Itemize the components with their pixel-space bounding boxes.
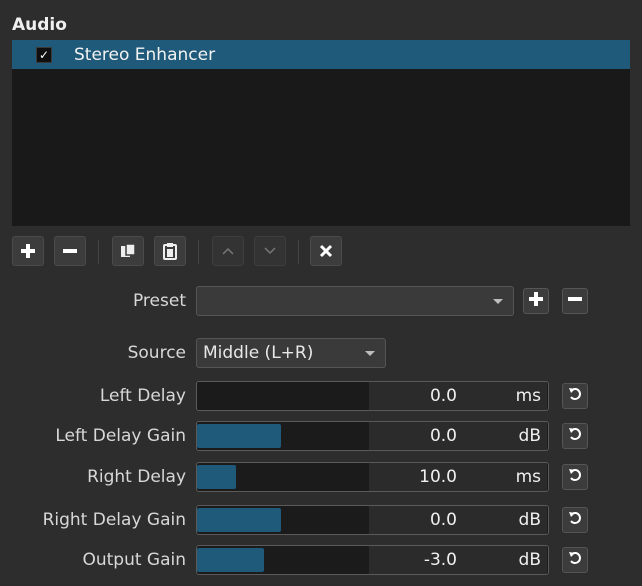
save-preset-button[interactable] (523, 288, 549, 314)
remove-filter-button[interactable] (54, 236, 86, 266)
paste-filter-button[interactable] (154, 236, 186, 266)
copy-filter-button[interactable] (112, 236, 144, 266)
param-row-right-delay: Right Delay 10.0 ms (0, 462, 642, 492)
move-up-button[interactable] (212, 236, 244, 266)
toolbar-divider (98, 240, 99, 264)
chevron-down-icon (493, 299, 503, 304)
left-delay-slider[interactable]: 0.0 ms (196, 381, 549, 411)
param-row-left-delay-gain: Left Delay Gain 0.0 dB (0, 421, 642, 451)
slider-value-box: 10.0 ms (369, 463, 547, 491)
right-delay-slider[interactable]: 10.0 ms (196, 462, 549, 492)
source-value: Middle (L+R) (203, 343, 314, 363)
source-label: Source (127, 343, 186, 363)
chevron-up-icon (221, 246, 235, 256)
output-gain-label: Output Gain (82, 550, 186, 570)
add-filter-button[interactable] (12, 236, 44, 266)
close-icon (318, 243, 334, 259)
slider-value-box: -3.0 dB (369, 546, 547, 574)
output-gain-slider[interactable]: -3.0 dB (196, 545, 549, 575)
preset-label: Preset (132, 291, 186, 311)
undo-icon (567, 550, 583, 571)
left-delay-gain-label: Left Delay Gain (55, 426, 186, 446)
reset-button[interactable] (562, 464, 588, 490)
undo-icon (567, 426, 583, 447)
param-row-left-delay: Left Delay 0.0 ms (0, 381, 642, 411)
reset-button[interactable] (562, 423, 588, 449)
chevron-down-icon (365, 351, 375, 356)
slider-value: 0.0 (429, 426, 457, 446)
paste-icon (162, 242, 178, 260)
slider-value-box: 0.0 dB (369, 506, 547, 534)
reset-button[interactable] (562, 547, 588, 573)
chevron-down-icon (263, 246, 277, 256)
slider-value: 0.0 (429, 510, 457, 530)
right-delay-gain-slider[interactable]: 0.0 dB (196, 505, 549, 535)
slider-unit: dB (518, 550, 541, 570)
toolbar-divider (298, 240, 299, 264)
panel-title: Audio (12, 15, 67, 35)
filter-enabled-checkbox[interactable]: ✓ (36, 46, 52, 63)
filter-list[interactable]: ✓ Stereo Enhancer (12, 40, 630, 226)
undo-icon (567, 467, 583, 488)
undo-icon (567, 510, 583, 531)
reset-button[interactable] (562, 383, 588, 409)
slider-unit: ms (515, 467, 541, 487)
copy-icon (120, 243, 136, 259)
filter-item-stereo-enhancer[interactable]: ✓ Stereo Enhancer (12, 40, 630, 69)
param-row-right-delay-gain: Right Delay Gain 0.0 dB (0, 505, 642, 535)
source-combo[interactable]: Middle (L+R) (196, 338, 386, 368)
deselect-button[interactable] (310, 236, 342, 266)
right-delay-label: Right Delay (87, 467, 186, 487)
slider-fill (197, 424, 281, 448)
plus-icon (528, 291, 544, 312)
slider-value-box: 0.0 dB (369, 422, 547, 450)
minus-icon (62, 243, 78, 259)
reset-button[interactable] (562, 507, 588, 533)
delete-preset-button[interactable] (562, 288, 588, 314)
slider-unit: dB (518, 510, 541, 530)
right-delay-gain-label: Right Delay Gain (42, 510, 186, 530)
filter-name: Stereo Enhancer (74, 44, 216, 65)
slider-value: -3.0 (423, 550, 457, 570)
param-row-output-gain: Output Gain -3.0 dB (0, 545, 642, 575)
slider-unit: dB (518, 426, 541, 446)
slider-value-box: 0.0 ms (369, 382, 547, 410)
left-delay-gain-slider[interactable]: 0.0 dB (196, 421, 549, 451)
minus-icon (567, 291, 583, 312)
plus-icon (20, 243, 36, 259)
slider-fill (197, 508, 281, 532)
undo-icon (567, 386, 583, 407)
preset-combo[interactable] (196, 286, 514, 316)
toolbar-divider (198, 240, 199, 264)
slider-value: 0.0 (429, 386, 457, 406)
move-down-button[interactable] (254, 236, 286, 266)
source-row: Source Middle (L+R) (0, 338, 642, 368)
slider-fill (197, 548, 264, 572)
slider-unit: ms (515, 386, 541, 406)
preset-row: Preset (0, 286, 642, 316)
left-delay-label: Left Delay (99, 386, 186, 406)
slider-fill (197, 465, 236, 489)
slider-value: 10.0 (419, 467, 457, 487)
